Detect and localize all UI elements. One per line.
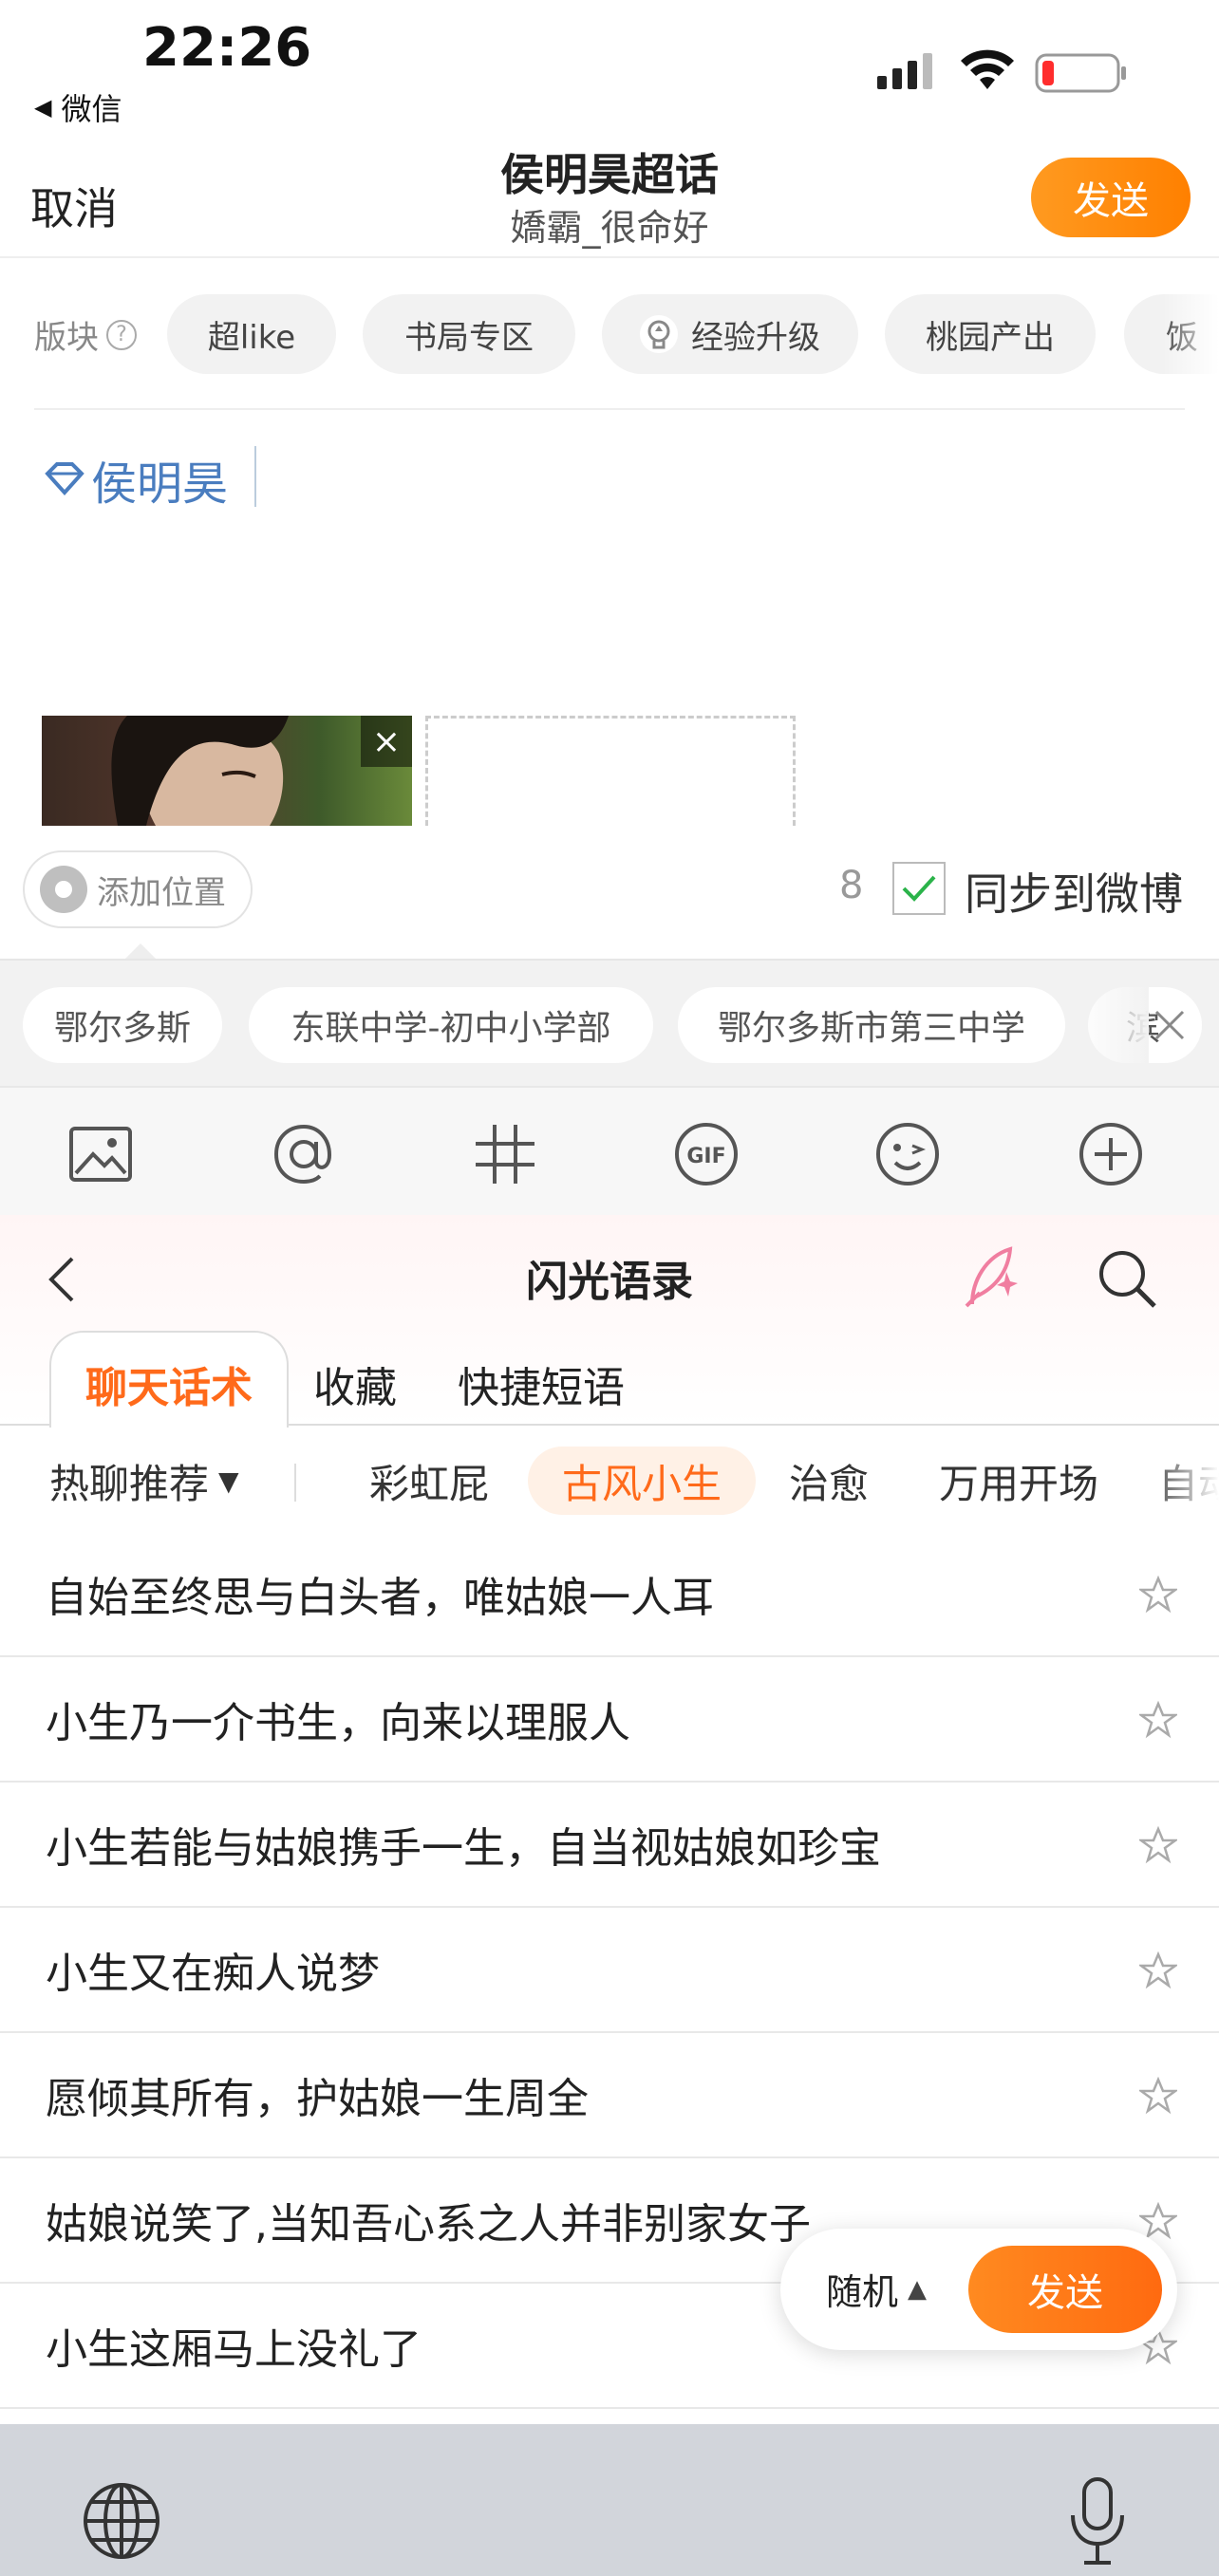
category-ancient-scholar[interactable]: 古风小生 [528, 1447, 756, 1515]
send-button[interactable]: 发送 [1031, 158, 1191, 237]
close-icon[interactable] [1139, 995, 1200, 1055]
star-icon[interactable] [1139, 1576, 1177, 1614]
phrase-text: 自始至终思与白头者，唯姑娘一人耳 [46, 1574, 714, 1622]
section-chip-peach-garden[interactable]: 桃园产出 [885, 294, 1096, 374]
dropdown-label: 热聊推荐 [49, 1460, 210, 1507]
section-label-group: 版块 ? [34, 311, 137, 358]
scroll-fade [1073, 961, 1149, 1086]
topic-tag-label: 侯明昊 [91, 457, 229, 511]
add-location-label: 添加位置 [97, 873, 226, 912]
compose-header: 取消 侯明昊超话 嬌霸_很命好 发送 [0, 142, 1219, 258]
category-rainbow-fart[interactable]: 彩虹屁 [357, 1447, 501, 1515]
section-chip-label: 经验升级 [691, 318, 820, 357]
caret-down-icon: ▼ [218, 1465, 239, 1497]
phrase-item[interactable]: 自始至终思与白头者，唯姑娘一人耳 [0, 1532, 1219, 1657]
phrase-text: 小生若能与姑娘携手一生，自当视姑娘如珍宝 [46, 1824, 881, 1873]
phrase-text: 姑娘说笑了,当知吾心系之人并非别家女子 [46, 2200, 811, 2249]
gif-icon[interactable]: GIF [672, 1120, 741, 1188]
location-suggestion[interactable]: 鄂尔多斯 [23, 987, 222, 1063]
phrase-item[interactable]: 愿倾其所有，护姑娘一生周全 [0, 2033, 1219, 2158]
checkmark-icon [902, 875, 936, 902]
floating-send-bar: 随机 ▲ 发送 [780, 2229, 1177, 2350]
svg-text:GIF: GIF [686, 1145, 725, 1168]
star-icon[interactable] [1139, 1826, 1177, 1864]
sync-weibo-label[interactable]: 同步到微博 [965, 860, 1183, 923]
tab-quick-phrases[interactable]: 快捷短语 [458, 1353, 625, 1414]
category-healing[interactable]: 治愈 [777, 1447, 881, 1515]
level-up-icon [640, 315, 678, 353]
panel-title: 闪光语录 [526, 1258, 693, 1306]
quill-icon[interactable] [959, 1243, 1020, 1312]
star-icon[interactable] [1139, 1951, 1177, 1989]
cancel-button[interactable]: 取消 [30, 175, 118, 237]
add-location-button[interactable]: 添加位置 [23, 850, 253, 928]
phrase-item[interactable]: 小生若能与姑娘携手一生，自当视姑娘如珍宝 [0, 1783, 1219, 1908]
keyboard-bottom-bar [0, 2424, 1219, 2576]
help-icon[interactable]: ? [106, 319, 137, 350]
panel-tabs: 聊天话术 收藏 快捷短语 [0, 1331, 1219, 1428]
location-suggestions: 鄂尔多斯 东联中学-初中小学部 鄂尔多斯市第三中学 滨 [0, 959, 1219, 1086]
section-chip-super-like[interactable]: 超like [167, 294, 336, 374]
send-phrase-button[interactable]: 发送 [968, 2246, 1162, 2333]
phrase-text: 小生乃一介书生，向来以理服人 [46, 1699, 630, 1747]
hot-recommend-dropdown[interactable]: 热聊推荐 ▼ [49, 1447, 239, 1515]
status-time: 22:26 [142, 17, 312, 79]
cellular-signal-icon [877, 53, 932, 89]
back-app-label: 微信 [61, 91, 122, 127]
back-triangle-icon: ◀ [34, 94, 52, 121]
diamond-icon [45, 462, 84, 495]
plus-icon[interactable] [1077, 1120, 1145, 1188]
compose-toolbar: GIF [0, 1086, 1219, 1215]
globe-icon[interactable] [82, 2481, 161, 2561]
remove-image-button[interactable]: × [361, 716, 412, 767]
section-chip-book-bureau[interactable]: 书局专区 [363, 294, 575, 374]
microphone-icon[interactable] [1067, 2475, 1128, 2567]
at-icon[interactable] [270, 1120, 338, 1188]
tab-chat-lines[interactable]: 聊天话术 [85, 1353, 253, 1414]
star-icon[interactable] [1139, 1701, 1177, 1739]
wifi-icon [961, 49, 1014, 89]
star-icon[interactable] [1139, 2202, 1177, 2240]
tab-favorites[interactable]: 收藏 [313, 1353, 397, 1414]
category-universal-opener[interactable]: 万用开场 [919, 1447, 1118, 1515]
phrase-text: 小生这厢马上没礼了 [46, 2325, 422, 2374]
category-bar: 热聊推荐 ▼ 彩虹屁 古风小生 治愈 万用开场 自动 [0, 1428, 1219, 1532]
add-image-slot[interactable] [425, 716, 796, 826]
topic-tag[interactable]: 侯明昊 [44, 446, 228, 513]
section-label: 版块 [34, 319, 99, 357]
image-icon[interactable] [66, 1120, 135, 1188]
back-to-app-link[interactable]: ◀ 微信 [34, 85, 122, 129]
location-pin-icon [40, 866, 87, 913]
attached-photo [42, 716, 412, 826]
section-selector: 版块 ? 超like 书局专区 经验升级 桃园产出 饭 [0, 294, 1219, 376]
character-count: 8 [839, 864, 864, 907]
phrase-item[interactable]: 小生乃一介书生，向来以理服人 [0, 1657, 1219, 1783]
panel-header: 闪光语录 聊天话术 收藏 快捷短语 [0, 1215, 1219, 1428]
caret-up-icon: ▲ [908, 2274, 928, 2304]
sync-weibo-checkbox[interactable] [892, 862, 946, 915]
scroll-fade [1143, 1428, 1219, 1532]
phrase-item[interactable]: 小生又在痴人说梦 [0, 1908, 1219, 2033]
divider [294, 1464, 296, 1502]
battery-icon [1035, 53, 1126, 93]
phrase-text: 小生又在痴人说梦 [46, 1950, 380, 1998]
status-bar: 22:26 ◀ 微信 [0, 0, 1219, 142]
location-suggestion[interactable]: 鄂尔多斯市第三中学 [678, 987, 1065, 1063]
hashtag-icon[interactable] [471, 1120, 539, 1188]
text-caret [254, 446, 256, 507]
phrase-text: 愿倾其所有，护姑娘一生周全 [46, 2075, 589, 2123]
star-icon[interactable] [1139, 2077, 1177, 2115]
emoji-icon[interactable] [873, 1120, 942, 1188]
scroll-fade [1162, 294, 1219, 376]
section-chip-exp-upgrade[interactable]: 经验升级 [602, 294, 858, 374]
random-label: 随机 [826, 2271, 899, 2313]
random-button[interactable]: 随机 ▲ [826, 2263, 927, 2315]
location-suggestion[interactable]: 东联中学-初中小学部 [249, 987, 653, 1063]
search-icon[interactable] [1096, 1247, 1158, 1310]
divider [34, 408, 1185, 410]
attached-image-thumbnail[interactable]: × [42, 716, 412, 826]
